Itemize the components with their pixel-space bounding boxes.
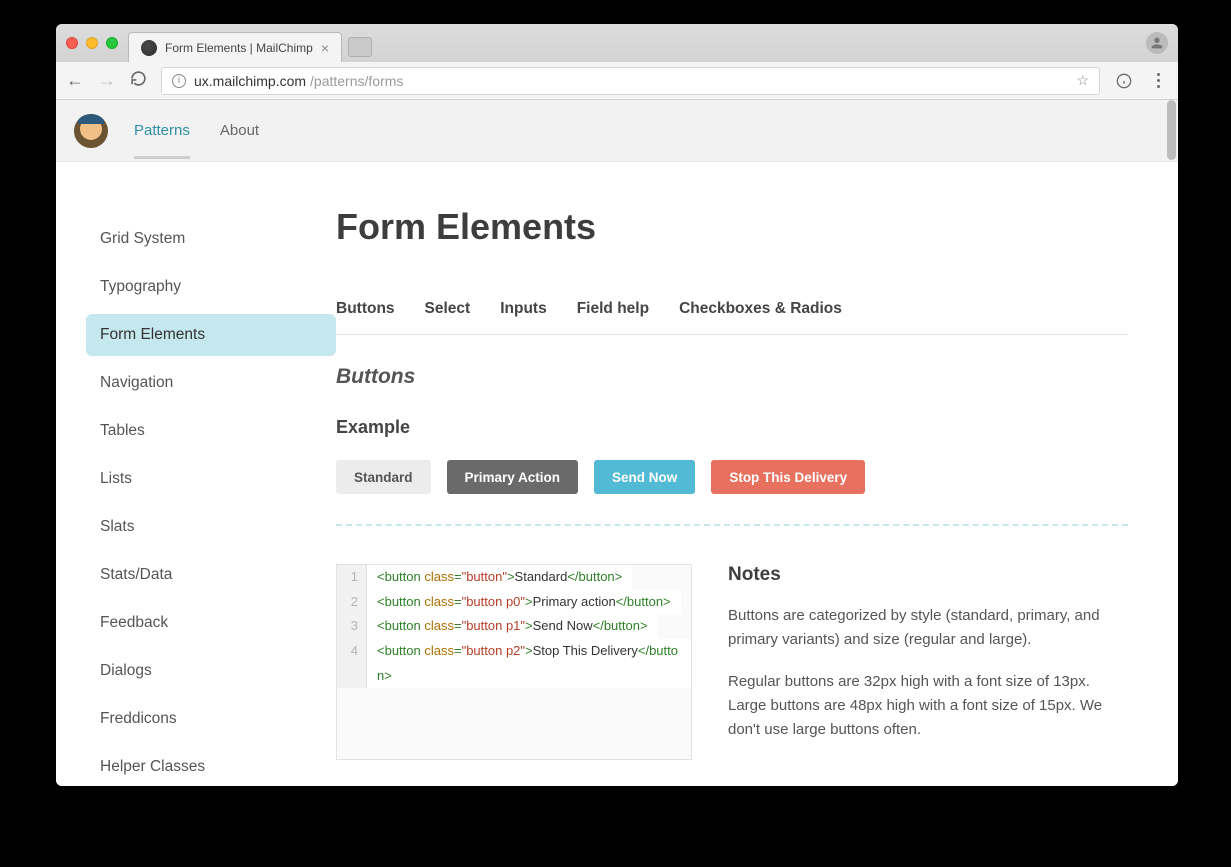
subnav-item[interactable]: Checkboxes & Radios xyxy=(679,300,842,318)
sidebar-item[interactable]: Stats/Data xyxy=(86,554,336,596)
example-heading: Example xyxy=(336,417,1128,438)
url-host: ux.mailchimp.com xyxy=(194,73,306,89)
sidebar-item[interactable]: Grid System xyxy=(86,218,336,260)
profile-icon[interactable] xyxy=(1146,32,1168,54)
chrome-toolbar: ← → i ux.mailchimp.com/patterns/forms ☆ xyxy=(56,62,1178,100)
sidebar-item[interactable]: Tables xyxy=(86,410,336,452)
example-details: 1<button class="button">Standard</button… xyxy=(336,564,1128,760)
subnav-item[interactable]: Field help xyxy=(577,300,649,318)
app-nav: Patterns About xyxy=(134,102,259,159)
page-body: Grid SystemTypographyForm ElementsNaviga… xyxy=(56,162,1178,786)
chrome-menu-button[interactable] xyxy=(1148,73,1168,88)
scrollbar-thumb[interactable] xyxy=(1167,100,1176,160)
example-button-p0[interactable]: Primary Action xyxy=(447,460,579,494)
bookmark-star-icon[interactable]: ☆ xyxy=(1076,72,1089,89)
sidebar: Grid System Typography Form Elements Naviga… xyxy=(56,162,336,786)
scrollbar-track[interactable] xyxy=(1164,100,1178,786)
notes-paragraph: Regular buttons are 32px high with a fon… xyxy=(728,670,1128,742)
sidebar-item[interactable]: Navigation xyxy=(86,362,336,404)
forward-button[interactable]: → xyxy=(98,70,116,91)
sidebar-item[interactable]: Lists xyxy=(86,458,336,500)
subnav-item[interactable]: Select xyxy=(425,300,471,318)
sidebar-item[interactable]: Typography xyxy=(86,266,336,308)
sidebar-item[interactable]: Dialogs xyxy=(86,650,336,692)
subnav-item[interactable]: Buttons xyxy=(336,300,395,318)
sidebar-item[interactable]: Slats xyxy=(86,506,336,548)
sidebar-item[interactable]: Form Elements xyxy=(86,314,336,356)
subnav-item[interactable]: Inputs xyxy=(500,300,547,318)
line-number: 1 xyxy=(337,565,367,590)
line-number: 3 xyxy=(337,614,367,639)
dashed-divider xyxy=(336,524,1128,526)
notes-paragraph: Buttons are categorized by style (standa… xyxy=(728,604,1128,652)
window-maximize-button[interactable] xyxy=(106,37,118,49)
section-subnav: Buttons Select Inputs Field help Checkboxes … xyxy=(336,300,1128,335)
chrome-tabbar: Form Elements | MailChimp × xyxy=(56,24,1178,62)
main-content: Form Elements Buttons Select Inputs Field h… xyxy=(336,162,1178,786)
example-button-row: Standard Primary Action Send Now Stop This … xyxy=(336,460,1128,494)
notes-panel: Notes Buttons are categorized by style (… xyxy=(728,564,1128,760)
window-close-button[interactable] xyxy=(66,37,78,49)
close-tab-icon[interactable]: × xyxy=(321,40,329,56)
browser-window: Form Elements | MailChimp × ← → i ux.mai… xyxy=(56,24,1178,786)
line-number: 4 xyxy=(337,639,367,688)
omnibox-info-icon[interactable] xyxy=(1114,73,1134,89)
line-number: 2 xyxy=(337,590,367,615)
page-title: Form Elements xyxy=(336,206,1128,248)
example-button-standard[interactable]: Standard xyxy=(336,460,431,494)
sidebar-item[interactable]: Helper Classes xyxy=(86,746,336,786)
reload-button[interactable] xyxy=(130,70,147,92)
browser-tab[interactable]: Form Elements | MailChimp × xyxy=(128,32,342,62)
app-header: Patterns About xyxy=(56,100,1178,162)
example-button-p1[interactable]: Send Now xyxy=(594,460,695,494)
code-line: <button class="button p0">Primary action… xyxy=(367,590,681,615)
favicon-icon xyxy=(141,40,157,56)
mailchimp-logo-icon[interactable] xyxy=(74,114,108,148)
url-path: /patterns/forms xyxy=(310,73,403,89)
sidebar-item[interactable]: Freddicons xyxy=(86,698,336,740)
app-nav-item[interactable]: Patterns xyxy=(134,102,190,159)
code-line: <button class="button p2">Stop This Deli… xyxy=(367,639,691,688)
notes-heading: Notes xyxy=(728,564,1128,586)
page-viewport: PatternsAbout Grid SystemTypographyForm … xyxy=(56,100,1178,786)
window-minimize-button[interactable] xyxy=(86,37,98,49)
address-bar[interactable]: i ux.mailchimp.com/patterns/forms ☆ xyxy=(161,67,1100,95)
code-block: 1<button class="button">Standard</button… xyxy=(336,564,692,760)
new-tab-button[interactable] xyxy=(348,37,372,57)
app-nav-item[interactable]: About xyxy=(220,102,259,159)
code-line: <button class="button">Standard</button> xyxy=(367,565,632,590)
site-info-icon[interactable]: i xyxy=(172,74,186,88)
code-line: <button class="button p1">Send Now</butt… xyxy=(367,614,658,639)
example-button-p2[interactable]: Stop This Delivery xyxy=(711,460,865,494)
sidebar-item[interactable]: Feedback xyxy=(86,602,336,644)
back-button[interactable]: ← xyxy=(66,70,84,91)
tab-title: Form Elements | MailChimp xyxy=(165,41,313,55)
window-controls xyxy=(66,37,118,49)
section-title: Buttons xyxy=(336,365,1128,389)
